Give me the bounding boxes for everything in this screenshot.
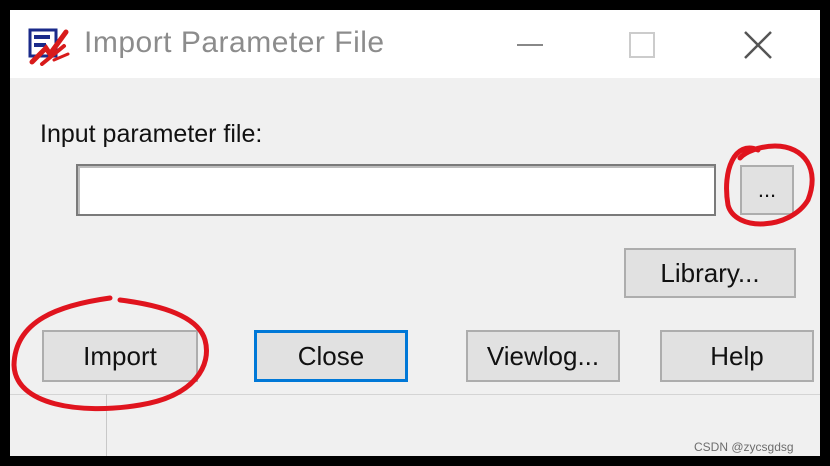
help-button[interactable]: Help	[660, 330, 814, 382]
close-button[interactable]: Close	[254, 330, 408, 382]
input-parameter-file-field[interactable]	[76, 164, 716, 216]
browse-button[interactable]: ...	[740, 165, 794, 215]
csdn-watermark: CSDN @zycsgdsg	[694, 440, 794, 454]
minimize-button[interactable]	[490, 16, 570, 74]
minimize-icon	[517, 44, 543, 46]
input-parameter-file-label: Input parameter file:	[40, 120, 263, 148]
viewlog-button[interactable]: Viewlog...	[466, 330, 620, 382]
window-title: Import Parameter File	[84, 26, 385, 59]
import-button[interactable]: Import	[42, 330, 198, 382]
parameter-file-app-icon	[28, 28, 70, 66]
maximize-button[interactable]	[602, 16, 682, 74]
close-icon	[744, 31, 772, 59]
library-button[interactable]: Library...	[624, 248, 796, 298]
status-bar-divider	[10, 394, 820, 395]
maximize-icon	[629, 32, 655, 58]
window-close-button[interactable]	[718, 16, 798, 74]
import-parameter-file-dialog: Import Parameter File Input parameter fi…	[10, 10, 820, 456]
title-bar[interactable]: Import Parameter File	[10, 10, 820, 78]
status-bar-separator	[106, 394, 107, 456]
